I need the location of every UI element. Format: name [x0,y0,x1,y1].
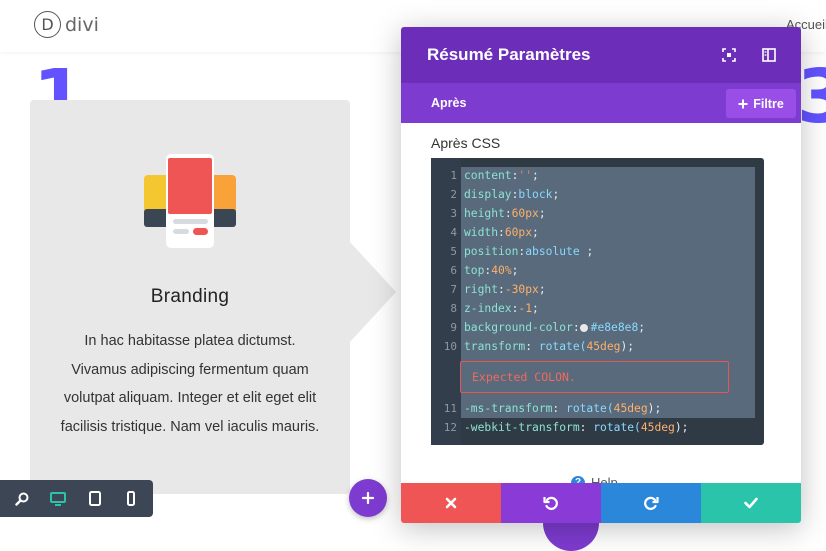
code-line: -webkit-transform: rotate(45deg); [464,421,689,434]
line-number: 2 [450,188,457,201]
tab-apres[interactable]: Après [431,96,466,110]
code-line: position:absolute ; [464,245,594,258]
phone-icon[interactable] [119,487,143,511]
line-number: 12 [443,421,457,434]
undo-icon [543,496,558,510]
branding-card: Branding In hac habitasse platea dictums… [30,100,350,494]
check-icon [744,497,758,509]
line-number: 3 [450,207,457,220]
plus-icon [738,99,748,108]
undo-button[interactable] [501,483,601,523]
code-line: z-index:-1; [464,302,539,315]
desktop-icon[interactable] [46,487,70,511]
code-line: width:60px; [464,226,539,239]
code-line: top:40%; [464,264,519,277]
line-number: 11 [443,402,457,415]
line-number: 5 [450,245,457,258]
line-number: 6 [450,264,457,277]
line-number: 10 [443,340,457,353]
card-3-inner [800,140,826,438]
code-line: transform: rotate(45deg); [464,340,635,353]
zoom-icon[interactable] [10,487,34,511]
card-title: Branding [150,286,230,307]
code-line: content:''; [464,169,539,182]
tablet-icon[interactable] [83,487,107,511]
code-line: background-color: #e8e8e8; [464,321,646,334]
card-body: In hac habitasse platea dictumst. Vivamu… [60,333,320,435]
code-line: -ms-transform: rotate(45deg); [464,402,662,415]
line-number: 9 [450,321,457,334]
code-line: display:block; [464,188,560,201]
branding-illustration-icon [144,154,236,248]
view-mode-toolbar [0,480,153,517]
line-number: 4 [450,226,457,239]
css-code-editor[interactable]: 1 content:''; 2 display:block; 3 height:60px;… [431,158,764,445]
step-number-3: 3 [797,54,826,140]
logo-circle: D [34,11,61,38]
code-line: right:-30px; [464,283,546,296]
color-swatch-icon[interactable] [579,324,588,332]
add-module-button[interactable] [349,479,387,517]
apres-css-label: Après CSS [431,135,501,151]
save-button[interactable] [701,483,801,523]
expand-icon[interactable] [721,47,737,63]
line-number: 8 [450,302,457,315]
filter-label: Filtre [753,96,784,111]
redo-button[interactable] [601,483,701,523]
line-number: 1 [450,169,457,182]
modal-footer [401,483,801,523]
redo-icon [644,496,659,510]
divi-logo[interactable]: D divi [34,11,99,38]
close-icon [445,497,457,509]
settings-modal: Résumé Paramètres Après Filtre Après CSS… [401,27,801,523]
plus-icon [362,492,374,504]
card-arrow [350,242,396,342]
modal-header: Résumé Paramètres [401,27,801,83]
error-message: Expected COLON. [460,361,729,393]
filter-button[interactable]: Filtre [726,89,796,118]
line-number: 7 [450,283,457,296]
code-line: height:60px; [464,207,546,220]
sidebar-icon[interactable] [761,47,777,63]
logo-text: divi [65,13,99,36]
cancel-button[interactable] [401,483,501,523]
modal-title: Résumé Paramètres [427,45,591,64]
